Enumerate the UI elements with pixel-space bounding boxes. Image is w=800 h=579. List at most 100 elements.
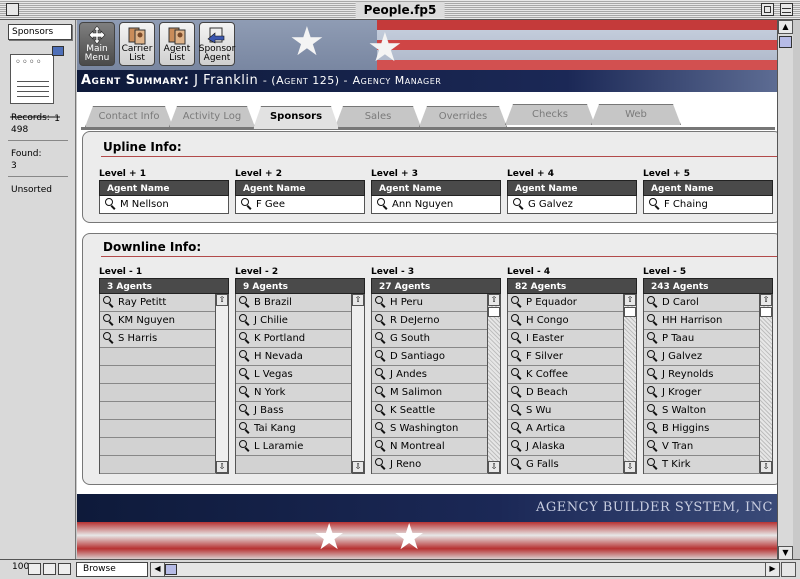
scroll-down-arrow-icon[interactable]: ▼	[778, 546, 793, 560]
scroll-thumb[interactable]	[624, 307, 636, 317]
list-item[interactable]: B Higgins	[644, 420, 760, 438]
list-item[interactable]: D Beach	[508, 384, 624, 402]
list-item[interactable]: K Coffee	[508, 366, 624, 384]
list-item[interactable]: H Congo	[508, 312, 624, 330]
tab-overrides[interactable]: Overrides	[419, 106, 507, 127]
layout-popup[interactable]: Sponsors	[8, 24, 72, 40]
tab-contact-info[interactable]: Contact Info	[85, 106, 173, 127]
list-item[interactable]: K Seattle	[372, 402, 488, 420]
window-scroll-thumb[interactable]	[779, 36, 792, 48]
list-item[interactable]: D Carol	[644, 294, 760, 312]
scroll-thumb[interactable]	[760, 307, 772, 317]
scroll-down-arrow-icon[interactable]: ⇩	[352, 461, 364, 473]
list-item[interactable]: L Vegas	[236, 366, 352, 384]
window-horizontal-scrollbar[interactable]: ◀ ▶	[150, 562, 780, 577]
list-item[interactable]: D Santiago	[372, 348, 488, 366]
list-item[interactable]: S Wu	[508, 402, 624, 420]
upline-agent-field[interactable]: F Gee	[235, 196, 365, 214]
list-item[interactable]: J Kroger	[644, 384, 760, 402]
scroll-down-arrow-icon[interactable]: ⇩	[216, 461, 228, 473]
portal-scrollbar[interactable]: ⇧ ⇩	[351, 294, 364, 473]
page-flip-icon[interactable]	[52, 46, 64, 56]
status-area-toggle-icon[interactable]	[58, 563, 71, 575]
scroll-down-arrow-icon[interactable]: ⇩	[624, 461, 636, 473]
downline-portal[interactable]: B Brazil J Chilie K Portland H Nevada L Vega…	[235, 294, 365, 474]
upline-agent-field[interactable]: Ann Nguyen	[371, 196, 501, 214]
list-item[interactable]: N Montreal	[372, 438, 488, 456]
list-item[interactable]: R DeJerno	[372, 312, 488, 330]
horizontal-scroll-thumb[interactable]	[165, 564, 177, 575]
list-item[interactable]: J Alaska	[508, 438, 624, 456]
list-item[interactable]: P Equador	[508, 294, 624, 312]
main-menu-button[interactable]: Main Menu	[79, 22, 115, 66]
list-item[interactable]: H Nevada	[236, 348, 352, 366]
scroll-up-arrow-icon[interactable]: ⇧	[488, 294, 500, 306]
downline-portal[interactable]: Ray Petitt KM Nguyen S Harris ⇧ ⇩	[99, 294, 229, 474]
list-item[interactable]: T Kirk	[644, 456, 760, 474]
scroll-up-arrow-icon[interactable]: ▲	[778, 20, 793, 34]
scroll-up-arrow-icon[interactable]: ⇧	[624, 294, 636, 306]
resize-grow-box[interactable]	[781, 562, 796, 577]
scroll-left-arrow-icon[interactable]: ◀	[151, 563, 165, 576]
list-item[interactable]: J Reno	[372, 456, 488, 474]
list-item[interactable]: S Walton	[644, 402, 760, 420]
zoom-out-icon[interactable]	[28, 563, 41, 575]
mode-popup[interactable]: Browse	[76, 562, 148, 577]
list-item[interactable]: V Tran	[644, 438, 760, 456]
tab-sales[interactable]: Sales	[335, 106, 421, 127]
tab-web[interactable]: Web	[591, 104, 681, 125]
downline-portal[interactable]: D Carol HH Harrison P Taau J Galvez J Reynol…	[643, 294, 773, 474]
list-item[interactable]: J Reynolds	[644, 366, 760, 384]
list-item[interactable]: L Laramie	[236, 438, 352, 456]
zoom-box[interactable]	[761, 3, 774, 16]
scroll-down-arrow-icon[interactable]: ⇩	[760, 461, 772, 473]
sponsor-agent-button[interactable]: Sponsor Agent	[199, 22, 235, 66]
list-item[interactable]: M Salimon	[372, 384, 488, 402]
upline-agent-field[interactable]: G Galvez	[507, 196, 637, 214]
collapse-box[interactable]	[780, 3, 793, 16]
list-item[interactable]: J Chilie	[236, 312, 352, 330]
list-item[interactable]: P Taau	[644, 330, 760, 348]
list-item[interactable]: S Harris	[100, 330, 216, 348]
zoom-level[interactable]: 100	[12, 562, 29, 572]
agent-list-button[interactable]: Agent List	[159, 22, 195, 66]
window-title-bar[interactable]: People.fp5	[0, 0, 800, 20]
list-item[interactable]: B Brazil	[236, 294, 352, 312]
scroll-down-arrow-icon[interactable]: ⇩	[488, 461, 500, 473]
list-item[interactable]: Ray Petitt	[100, 294, 216, 312]
list-item[interactable]: J Andes	[372, 366, 488, 384]
list-item[interactable]: I Easter	[508, 330, 624, 348]
tab-sponsors[interactable]: Sponsors	[253, 106, 339, 129]
upline-agent-field[interactable]: M Nellson	[99, 196, 229, 214]
list-item[interactable]: G South	[372, 330, 488, 348]
list-item[interactable]: G Falls	[508, 456, 624, 474]
list-item[interactable]: S Washington	[372, 420, 488, 438]
list-item[interactable]: Tai Kang	[236, 420, 352, 438]
list-item[interactable]: A Artica	[508, 420, 624, 438]
window-vertical-scrollbar[interactable]: ▲ ▼	[777, 20, 793, 560]
portal-scrollbar[interactable]: ⇧ ⇩	[759, 294, 772, 473]
portal-scrollbar[interactable]: ⇧ ⇩	[215, 294, 228, 473]
tab-checks[interactable]: Checks	[505, 104, 595, 125]
upline-agent-field[interactable]: F Chaing	[643, 196, 773, 214]
scroll-up-arrow-icon[interactable]: ⇧	[216, 294, 228, 306]
scroll-thumb[interactable]	[488, 307, 500, 317]
scroll-right-arrow-icon[interactable]: ▶	[765, 563, 779, 576]
list-item[interactable]: F Silver	[508, 348, 624, 366]
portal-scrollbar[interactable]: ⇧ ⇩	[487, 294, 500, 473]
list-item[interactable]: N York	[236, 384, 352, 402]
tab-activity-log[interactable]: Activity Log	[169, 106, 255, 127]
close-box[interactable]	[6, 3, 19, 16]
list-item[interactable]: J Bass	[236, 402, 352, 420]
scroll-up-arrow-icon[interactable]: ⇧	[352, 294, 364, 306]
portal-scrollbar[interactable]: ⇧ ⇩	[623, 294, 636, 473]
list-item[interactable]: J Galvez	[644, 348, 760, 366]
list-item[interactable]: H Peru	[372, 294, 488, 312]
carrier-list-button[interactable]: Carrier List	[119, 22, 155, 66]
list-item[interactable]: HH Harrison	[644, 312, 760, 330]
downline-portal[interactable]: H Peru R DeJerno G South D Santiago J Andes M…	[371, 294, 501, 474]
downline-portal[interactable]: P Equador H Congo I Easter F Silver K Coffee…	[507, 294, 637, 474]
zoom-in-icon[interactable]	[43, 563, 56, 575]
list-item[interactable]: K Portland	[236, 330, 352, 348]
list-item[interactable]: KM Nguyen	[100, 312, 216, 330]
